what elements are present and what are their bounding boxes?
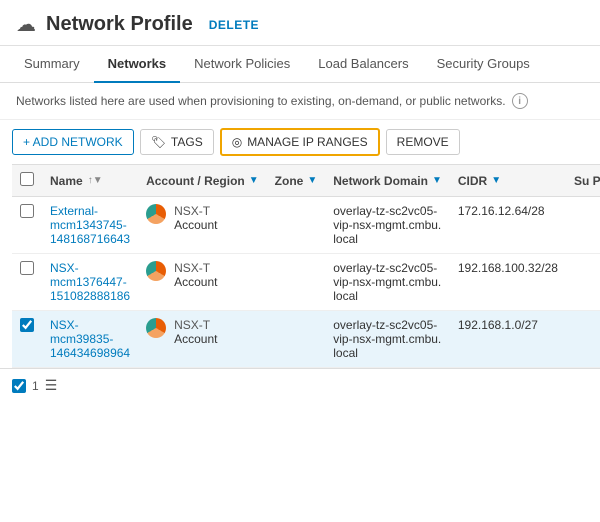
- th-zone: Zone ▼: [267, 165, 326, 197]
- th-cidr: CIDR ▼: [450, 165, 566, 197]
- page-header: ☁ Network Profile DELETE: [0, 0, 600, 46]
- th-network-domain: Network Domain ▼: [325, 165, 450, 197]
- cell-cidr-2: 192.168.1.0/27: [450, 311, 566, 368]
- tag-icon: 🏷: [151, 135, 166, 149]
- networks-table: Name ↑▼ Account / Region ▼ Zone ▼: [0, 164, 600, 368]
- sort-icon[interactable]: ↑▼: [88, 175, 103, 186]
- nsx-icon-1: [146, 261, 166, 281]
- toolbar: + ADD NETWORK 🏷 TAGS ◎ MANAGE IP RANGES …: [0, 120, 600, 164]
- footer-checkbox[interactable]: [12, 379, 26, 393]
- cell-zone-0: [267, 197, 326, 254]
- columns-icon[interactable]: ☰: [45, 377, 58, 394]
- info-text: Networks listed here are used when provi…: [16, 94, 506, 108]
- page-title: Network Profile: [46, 13, 193, 36]
- row-checkbox-2[interactable]: [20, 318, 34, 332]
- tab-network-policies[interactable]: Network Policies: [180, 46, 304, 83]
- cell-subnet-0: [566, 197, 600, 254]
- tab-networks[interactable]: Networks: [94, 46, 181, 83]
- manage-ip-ranges-button[interactable]: ◎ MANAGE IP RANGES: [220, 128, 380, 156]
- cell-account-1: NSX-T Account: [138, 254, 267, 311]
- cell-checkbox-1[interactable]: [12, 254, 42, 311]
- th-account-region: Account / Region ▼: [138, 165, 267, 197]
- remove-button[interactable]: REMOVE: [386, 129, 460, 155]
- account-name-0: Account: [174, 218, 217, 232]
- add-network-button[interactable]: + ADD NETWORK: [12, 129, 134, 155]
- tab-load-balancers[interactable]: Load Balancers: [304, 46, 422, 83]
- th-subnet: Su Pu: [566, 165, 600, 197]
- tab-bar: Summary Networks Network Policies Load B…: [0, 46, 600, 83]
- cell-cidr-0: 172.16.12.64/28: [450, 197, 566, 254]
- cell-name-2: NSX-mcm39835-146434698964: [42, 311, 138, 368]
- filter-icon[interactable]: ▼: [249, 175, 259, 186]
- cell-name-0: External-mcm1343745-148168716643: [42, 197, 138, 254]
- table-row: NSX-mcm1376447-151082888186 NSX-T Accoun…: [12, 254, 600, 311]
- cloud-icon: ☁: [16, 12, 36, 37]
- row-checkbox-1[interactable]: [20, 261, 34, 275]
- tab-summary[interactable]: Summary: [10, 46, 94, 83]
- select-all-checkbox[interactable]: [20, 172, 34, 186]
- cell-zone-1: [267, 254, 326, 311]
- cell-checkbox-2[interactable]: [12, 311, 42, 368]
- account-type-0: NSX-T: [174, 204, 217, 218]
- cell-network-domain-1: overlay-tz-sc2vc05-vip-nsx-mgmt.cmbu.loc…: [325, 254, 450, 311]
- tags-button[interactable]: 🏷 TAGS: [140, 129, 214, 155]
- cell-network-domain-0: overlay-tz-sc2vc05-vip-nsx-mgmt.cmbu.loc…: [325, 197, 450, 254]
- info-bar: Networks listed here are used when provi…: [0, 83, 600, 120]
- table-row: External-mcm1343745-148168716643 NSX-T A…: [12, 197, 600, 254]
- cell-account-0: NSX-T Account: [138, 197, 267, 254]
- account-name-1: Account: [174, 275, 217, 289]
- cell-checkbox-0[interactable]: [12, 197, 42, 254]
- network-name-link-2[interactable]: NSX-mcm39835-146434698964: [50, 318, 130, 360]
- cell-name-1: NSX-mcm1376447-151082888186: [42, 254, 138, 311]
- network-name-link-1[interactable]: NSX-mcm1376447-151082888186: [50, 261, 130, 303]
- table-header-row: Name ↑▼ Account / Region ▼ Zone ▼: [12, 165, 600, 197]
- nsx-icon-2: [146, 318, 166, 338]
- cell-account-2: NSX-T Account: [138, 311, 267, 368]
- network-name-link-0[interactable]: External-mcm1343745-148168716643: [50, 204, 130, 246]
- cell-network-domain-2: overlay-tz-sc2vc05-vip-nsx-mgmt.cmbu.loc…: [325, 311, 450, 368]
- filter-icon[interactable]: ▼: [307, 175, 317, 186]
- filter-icon[interactable]: ▼: [491, 175, 501, 186]
- cell-subnet-1: [566, 254, 600, 311]
- account-type-2: NSX-T: [174, 318, 217, 332]
- cell-subnet-2: [566, 311, 600, 368]
- nsx-icon-0: [146, 204, 166, 224]
- account-name-2: Account: [174, 332, 217, 346]
- selected-count: 1: [32, 379, 39, 393]
- th-checkbox: [12, 165, 42, 197]
- info-icon[interactable]: i: [512, 93, 528, 109]
- filter-icon[interactable]: ▼: [432, 175, 442, 186]
- ip-icon: ◎: [232, 135, 242, 149]
- tab-security-groups[interactable]: Security Groups: [423, 46, 544, 83]
- cell-cidr-1: 192.168.100.32/28: [450, 254, 566, 311]
- table-row: NSX-mcm39835-146434698964 NSX-T Account …: [12, 311, 600, 368]
- th-name: Name ↑▼: [42, 165, 138, 197]
- row-checkbox-0[interactable]: [20, 204, 34, 218]
- cell-zone-2: [267, 311, 326, 368]
- table-footer: 1 ☰: [0, 368, 600, 402]
- account-type-1: NSX-T: [174, 261, 217, 275]
- delete-link[interactable]: DELETE: [209, 18, 259, 32]
